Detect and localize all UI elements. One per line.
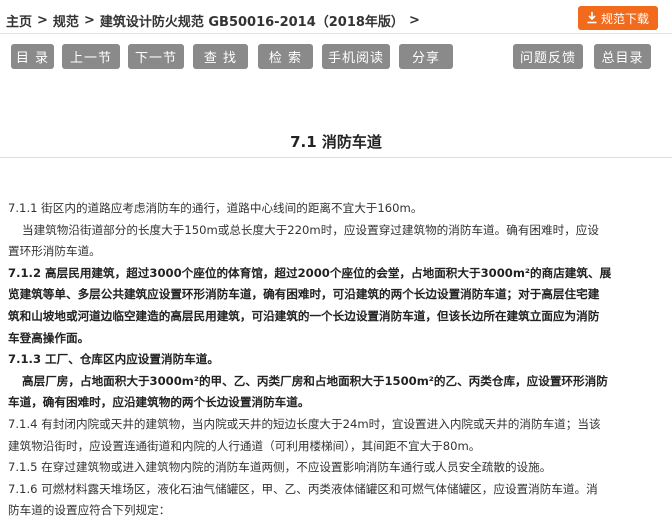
breadcrumb-separator: > — [37, 12, 48, 28]
search-button[interactable]: 检 索 — [258, 44, 313, 69]
article-line: 车道，确有困难时，应沿建筑物的两个长边设置消防车道。 — [8, 395, 310, 410]
breadcrumb-separator: > — [83, 12, 95, 28]
article-line: 筑和山坡地或河道边临空建造的高层民用建筑，可沿建筑的一个长边设置消防车道，但该长… — [8, 308, 600, 323]
breadcrumb-separator: > — [408, 12, 420, 28]
article-line: 防车道的设置应符合下列规定： — [8, 503, 171, 518]
download-button[interactable]: 规范下载 — [578, 6, 658, 30]
find-button[interactable]: 查 找 — [193, 44, 248, 69]
content-divider — [0, 157, 672, 158]
article-line: 7.1.6 可燃材料露天堆场区，液化石油气储罐区，甲、乙、丙类液体储罐区和可燃气… — [8, 481, 598, 496]
section-title: 7.1 消防车道 — [290, 133, 382, 151]
article-line: 车登高操作面。 — [8, 330, 90, 345]
article-line: 览建筑等单、多层公共建筑应设置环形消防车道，确有困难时，可沿建筑的两个长边设置消… — [8, 287, 600, 302]
prev-section-button[interactable]: 上一节 — [62, 44, 120, 69]
article-line: 建筑物沿街时，应设置连通街道和内院的人行通道（可利用楼梯间），其间距不宜大于80… — [8, 438, 481, 453]
article-line: 置环形消防车道。 — [8, 244, 101, 259]
header-divider — [0, 33, 672, 34]
article-line: 高层厂房，占地面积大于3000m²的甲、乙、丙类厂房和占地面积大于1500m²的… — [22, 373, 608, 388]
share-button[interactable]: 分享 — [399, 44, 453, 69]
breadcrumb-home[interactable]: 主页 — [6, 11, 32, 30]
download-icon — [587, 12, 597, 24]
article-line: 7.1.4 有封闭内院或天井的建筑物，当内院或天井的短边长度大于24m时，宜设置… — [8, 416, 601, 431]
article-line: 7.1.3 工厂、仓库区内应设置消防车道。 — [8, 352, 219, 367]
contents-button[interactable]: 目 录 — [11, 44, 54, 69]
article-line: 7.1.1 街区内的道路应考虑消防车的通行，道路中心线间的距离不宜大于160m。 — [8, 201, 423, 215]
article-line: 7.1.5 在穿过建筑物或进入建筑物内院的消防车道两侧，不应设置影响消防车通行或… — [8, 460, 552, 475]
article-line: 当建筑物沿街道部分的长度大于150m或总长度大于220m时，应设置穿过建筑物的消… — [22, 222, 599, 237]
breadcrumb: 主页 > 规范 > 建筑设计防火规范 GB50016-2014（2018年版） … — [6, 10, 425, 30]
all-contents-button[interactable]: 总目录 — [594, 44, 651, 69]
breadcrumb-current[interactable]: 建筑设计防火规范 GB50016-2014（2018年版） — [100, 11, 404, 30]
toolbar: 目 录 上一节 下一节 查 找 检 索 手机阅读 分享 问题反馈 总目录 — [0, 44, 672, 70]
feedback-button[interactable]: 问题反馈 — [513, 44, 583, 69]
article-line: 7.1.2 高层民用建筑，超过3000个座位的体育馆，超过2000个座位的会堂，… — [8, 265, 612, 280]
download-button-label: 规范下载 — [600, 11, 649, 26]
next-section-button[interactable]: 下一节 — [128, 44, 184, 69]
mobile-reading-button[interactable]: 手机阅读 — [322, 44, 390, 69]
article-body: 7.1.1 街区内的道路应考虑消防车的通行，道路中心线间的距离不宜大于160m。… — [8, 198, 660, 522]
breadcrumb-standards[interactable]: 规范 — [53, 11, 79, 30]
